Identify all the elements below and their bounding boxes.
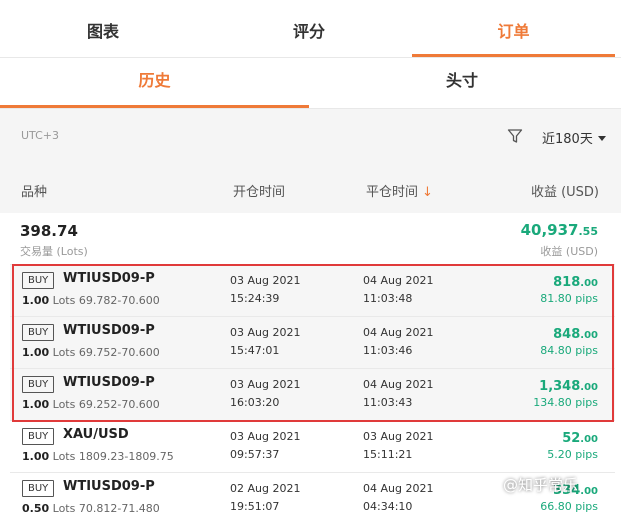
side-badge: BUY	[22, 428, 55, 445]
total-lots-label: 交易量 (Lots)	[20, 245, 88, 258]
open-time: 15:47:01	[230, 344, 280, 357]
caret-down-icon	[597, 136, 606, 141]
close-date: 04 Aug 2021	[363, 482, 434, 495]
column-instrument: 品种	[21, 185, 48, 200]
open-time: 19:51:07	[230, 500, 280, 513]
timezone-label: UTC+3	[21, 129, 60, 142]
profit-main: 818	[553, 275, 581, 290]
lots-info: 0.50 Lots 70.812-71.480	[22, 502, 160, 515]
price-range: 69.782-70.600	[78, 294, 160, 307]
profit: 1,348.00	[539, 379, 598, 394]
open-time: 09:57:37	[230, 448, 280, 461]
pips: 84.80 pips	[540, 344, 598, 357]
open-date: 03 Aug 2021	[230, 326, 301, 339]
symbol: XAU/USD	[63, 427, 129, 442]
lots-value: 1.00	[22, 346, 50, 359]
profit-cents: .00	[580, 382, 598, 393]
filter-icon[interactable]	[507, 128, 523, 144]
column-close-time-label: 平仓时间	[366, 185, 419, 200]
pips: 81.80 pips	[540, 292, 598, 305]
lots-unit: Lots	[52, 450, 76, 463]
price-range: 70.812-71.480	[78, 502, 160, 515]
side-badge: BUY	[22, 272, 55, 289]
close-time: 04:34:10	[363, 500, 413, 513]
open-date: 02 Aug 2021	[230, 482, 301, 495]
close-time: 15:11:21	[363, 448, 413, 461]
summary-row: 398.74 交易量 (Lots) 40,937.55 收益 (USD)	[0, 214, 621, 262]
column-open-time[interactable]: 开仓时间	[233, 181, 285, 200]
open-time: 15:24:39	[230, 292, 280, 305]
order-row[interactable]: BUY WTIUSD09-P 1.00 Lots 69.752-70.600 03 A…	[10, 316, 615, 368]
profit-cents: .00	[580, 486, 598, 497]
profit-main: 52	[562, 431, 581, 446]
total-profit-label: 收益 (USD)	[540, 245, 598, 258]
profit: 848.00	[553, 327, 598, 342]
close-date: 04 Aug 2021	[363, 378, 434, 391]
sort-down-icon: ↓	[422, 185, 433, 200]
price-range: 69.752-70.600	[78, 346, 160, 359]
sub-tab-bar: 历史 头寸	[0, 58, 621, 109]
period-selector[interactable]: 近180天	[542, 128, 606, 147]
pips: 66.80 pips	[540, 500, 598, 513]
open-date: 03 Aug 2021	[230, 430, 301, 443]
lots-value: 1.00	[22, 294, 50, 307]
side-badge: BUY	[22, 324, 55, 341]
order-row[interactable]: BUY WTIUSD09-P 1.00 Lots 69.782-70.600 03 A…	[10, 264, 615, 316]
column-close-time[interactable]: 平仓时间 ↓	[366, 181, 433, 200]
open-date: 03 Aug 2021	[230, 378, 301, 391]
lots-value: 1.00	[22, 450, 50, 463]
pips: 134.80 pips	[533, 396, 598, 409]
price-range: 69.252-70.600	[78, 398, 160, 411]
profit: 818.00	[553, 275, 598, 290]
price-range: 1809.23-1809.75	[78, 450, 174, 463]
profit-cents: .00	[580, 330, 598, 341]
total-profit-main: 40,937	[520, 221, 579, 239]
lots-unit: Lots	[52, 502, 76, 515]
lots-info: 1.00 Lots 69.782-70.600	[22, 294, 160, 307]
open-date: 03 Aug 2021	[230, 274, 301, 287]
total-lots: 398.74	[20, 222, 78, 240]
profit: 52.00	[562, 431, 598, 446]
watermark: @知乎常乐	[503, 476, 579, 494]
tab-orders[interactable]: 订单	[412, 0, 615, 57]
tab-chart[interactable]: 图表	[0, 0, 206, 57]
close-date: 03 Aug 2021	[363, 430, 434, 443]
symbol: WTIUSD09-P	[63, 479, 155, 494]
total-profit-cents: .55	[578, 225, 599, 238]
close-time: 11:03:46	[363, 344, 413, 357]
close-date: 04 Aug 2021	[363, 326, 434, 339]
lots-unit: Lots	[52, 398, 76, 411]
symbol: WTIUSD09-P	[63, 323, 155, 338]
close-time: 11:03:48	[363, 292, 413, 305]
tab-positions[interactable]: 头寸	[309, 58, 615, 108]
period-label: 近180天	[542, 132, 593, 147]
top-tab-bar: 图表 评分 订单	[0, 0, 621, 58]
lots-info: 1.00 Lots 1809.23-1809.75	[22, 450, 174, 463]
lots-unit: Lots	[52, 294, 76, 307]
symbol: WTIUSD09-P	[63, 375, 155, 390]
profit-cents: .00	[580, 434, 598, 445]
total-profit: 40,937.55	[521, 221, 598, 239]
close-date: 04 Aug 2021	[363, 274, 434, 287]
lots-unit: Lots	[52, 346, 76, 359]
profit-cents: .00	[580, 278, 598, 289]
lots-value: 0.50	[22, 502, 50, 515]
filter-header-band	[0, 109, 621, 213]
tab-history[interactable]: 历史	[0, 58, 309, 108]
order-row[interactable]: BUY XAU/USD 1.00 Lots 1809.23-1809.75 03 Au…	[10, 420, 615, 472]
lots-value: 1.00	[22, 398, 50, 411]
side-badge: BUY	[22, 376, 55, 393]
symbol: WTIUSD09-P	[63, 271, 155, 286]
open-time: 16:03:20	[230, 396, 280, 409]
lots-info: 1.00 Lots 69.752-70.600	[22, 346, 160, 359]
column-profit[interactable]: 收益 (USD)	[531, 181, 599, 200]
tab-rating[interactable]: 评分	[206, 0, 412, 57]
side-badge: BUY	[22, 480, 55, 497]
profit-main: 1,348	[539, 379, 581, 394]
profit-main: 848	[553, 327, 581, 342]
order-row[interactable]: BUY WTIUSD09-P 1.00 Lots 69.252-70.600 03 A…	[10, 368, 615, 420]
pips: 5.20 pips	[547, 448, 598, 461]
lots-info: 1.00 Lots 69.252-70.600	[22, 398, 160, 411]
close-time: 11:03:43	[363, 396, 413, 409]
